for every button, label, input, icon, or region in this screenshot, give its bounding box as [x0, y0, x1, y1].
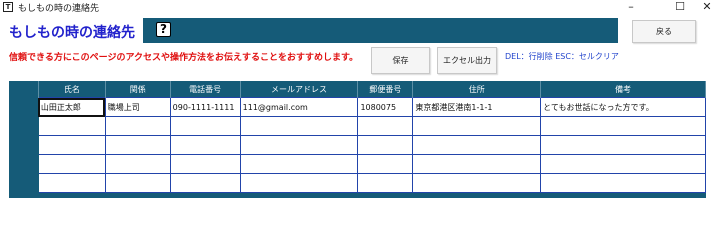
table-cell[interactable] [239, 116, 359, 136]
table-cell[interactable] [357, 116, 414, 136]
column-header[interactable]: 氏名 [38, 81, 106, 98]
maximize-button[interactable]: ☐ [667, 0, 693, 15]
table-cell[interactable] [540, 135, 706, 155]
table-row [9, 173, 706, 193]
help-icon[interactable]: ? [156, 22, 171, 37]
table-cell[interactable] [412, 116, 542, 136]
column-header[interactable]: メールアドレス [240, 81, 359, 98]
excel-export-button[interactable]: エクセル出力 [437, 47, 497, 74]
table-cell[interactable] [104, 116, 171, 136]
table-header-row: 氏名 関係 電話番号 メールアドレス 郵便番号 住所 備考 [9, 81, 706, 98]
contacts-table: 氏名 関係 電話番号 メールアドレス 郵便番号 住所 備考 山田正太郎 職場上司… [9, 81, 706, 193]
table-cell[interactable] [357, 154, 414, 174]
table-cell[interactable] [540, 154, 706, 174]
table-row [9, 135, 706, 155]
table-cell[interactable]: 山田正太郎 [37, 97, 106, 117]
table-cell[interactable]: 1080075 [357, 97, 414, 117]
column-header[interactable]: 電話番号 [170, 81, 241, 98]
app-icon: T [3, 2, 13, 12]
table-cell[interactable] [37, 116, 106, 136]
table-cell[interactable] [37, 173, 106, 193]
back-button[interactable]: 戻る [632, 20, 696, 43]
keyboard-hint: DEL：行削除 ESC：セルクリア [505, 52, 619, 61]
row-selector[interactable] [9, 97, 39, 117]
help-bar: ? [143, 18, 618, 43]
table-cell[interactable] [412, 154, 542, 174]
window-title: もしもの時の連絡先 [18, 4, 100, 14]
table-cell[interactable] [37, 154, 106, 174]
table-cell[interactable]: 111@gmail.com [239, 97, 359, 117]
table-cell[interactable] [37, 135, 106, 155]
table-row [9, 154, 706, 174]
column-header[interactable]: 郵便番号 [357, 81, 414, 98]
table-cell[interactable] [169, 116, 241, 136]
table-cell[interactable] [357, 135, 414, 155]
row-selector-header [9, 81, 39, 98]
table-cell[interactable] [239, 154, 359, 174]
notice-text: 信頼できる方にこのページのアクセスや操作方法をお伝えすることをおすすめします。 [9, 53, 359, 63]
table-cell[interactable] [412, 173, 542, 193]
table-cell[interactable] [169, 173, 241, 193]
table-cell[interactable] [169, 135, 241, 155]
table-cell[interactable] [357, 173, 414, 193]
table-cell[interactable]: 職場上司 [104, 97, 171, 117]
table-cell[interactable] [104, 154, 171, 174]
column-header[interactable]: 備考 [540, 81, 706, 98]
table-cell[interactable] [239, 135, 359, 155]
table-cell[interactable]: 東京都港区港南1-1-1 [412, 97, 542, 117]
minimize-button[interactable]: – [618, 0, 644, 15]
save-button[interactable]: 保存 [371, 47, 430, 74]
table-row: 山田正太郎 職場上司 090-1111-1111 111@gmail.com 1… [9, 97, 706, 117]
table-cell[interactable]: とてもお世話になった方です。 [540, 97, 706, 117]
row-selector[interactable] [9, 154, 39, 174]
table-cell[interactable] [169, 154, 241, 174]
close-button[interactable]: ✕ [694, 0, 720, 15]
column-header[interactable]: 住所 [412, 81, 542, 98]
table-cell[interactable] [540, 116, 706, 136]
contacts-grid: 氏名 関係 電話番号 メールアドレス 郵便番号 住所 備考 山田正太郎 職場上司… [9, 81, 706, 198]
window-titlebar: T もしもの時の連絡先 – ☐ ✕ [0, 0, 720, 15]
table-cell[interactable] [412, 135, 542, 155]
table-cell[interactable] [540, 173, 706, 193]
table-cell[interactable] [104, 173, 171, 193]
row-selector[interactable] [9, 135, 39, 155]
table-cell[interactable]: 090-1111-1111 [169, 97, 241, 117]
row-selector[interactable] [9, 173, 39, 193]
table-cell[interactable] [239, 173, 359, 193]
row-selector[interactable] [9, 116, 39, 136]
table-row [9, 116, 706, 136]
table-cell[interactable] [104, 135, 171, 155]
page-title: もしもの時の連絡先 [9, 25, 135, 41]
column-header[interactable]: 関係 [105, 81, 171, 98]
